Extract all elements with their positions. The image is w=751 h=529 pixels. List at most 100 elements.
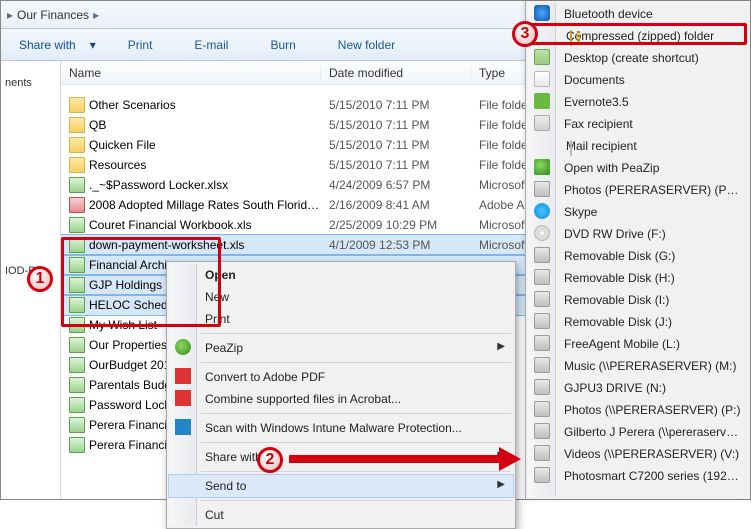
sendto-item[interactable]: Photos (\\PERERASERVER) (P:)	[528, 399, 750, 421]
sendto-item[interactable]: Removable Disk (H:)	[528, 267, 750, 289]
xls-icon	[69, 337, 85, 353]
sendto-item[interactable]: Photosmart C7200 series (192.168.0.2	[528, 465, 750, 487]
email-button[interactable]: E-mail	[184, 34, 238, 56]
dev-icon	[534, 181, 550, 197]
xls-icon	[69, 237, 85, 253]
breadcrumb-folder[interactable]: Our Finances	[17, 8, 89, 22]
ctx-open[interactable]: Open	[169, 264, 513, 286]
dev-icon	[534, 291, 550, 307]
sendto-item[interactable]: Fax recipient	[528, 113, 750, 135]
skype-icon	[534, 203, 550, 219]
new-folder-button[interactable]: New folder	[328, 34, 405, 56]
xls-icon	[69, 437, 85, 453]
ever-icon	[534, 93, 550, 109]
sendto-item[interactable]: Photos (PERERASERVER) (P) - Shortc	[528, 179, 750, 201]
column-name[interactable]: Name	[61, 66, 321, 80]
sendto-item[interactable]: Desktop (create shortcut)	[528, 47, 750, 69]
sendto-item[interactable]: Removable Disk (I:)	[528, 289, 750, 311]
sendto-item[interactable]: Compressed (zipped) folder	[528, 25, 750, 47]
chevron-icon: ▸	[93, 8, 99, 22]
ctx-print[interactable]: Print	[169, 308, 513, 330]
bt-icon	[534, 5, 550, 21]
chevron-icon: ▸	[7, 8, 13, 22]
folder-icon	[69, 117, 85, 133]
file-date: 2/25/2009 10:29 PM	[329, 218, 479, 232]
sendto-item[interactable]: Music (\\PERERASERVER) (M:)	[528, 355, 750, 377]
adobe-icon	[175, 368, 191, 384]
ctx-convert-pdf[interactable]: Convert to Adobe PDF	[169, 366, 513, 388]
dev-icon	[534, 423, 550, 439]
navigation-pane[interactable]: nents IOD-P	[1, 61, 61, 499]
file-name: Quicken File	[89, 138, 329, 152]
file-date: 5/15/2010 7:11 PM	[329, 98, 479, 112]
sendto-item[interactable]: FreeAgent Mobile (L:)	[528, 333, 750, 355]
xls-icon	[69, 397, 85, 413]
ctx-share-with[interactable]: Share with▶	[169, 446, 513, 468]
dev-icon	[534, 401, 550, 417]
sendto-item[interactable]: Bluetooth device	[528, 3, 750, 25]
sendto-item[interactable]: Mail recipient	[528, 135, 750, 157]
pea-icon	[534, 159, 550, 175]
xls-icon	[69, 317, 85, 333]
pdf-icon	[69, 197, 85, 213]
file-date: 4/1/2009 12:53 PM	[329, 238, 479, 252]
peazip-icon	[175, 339, 191, 355]
nav-item[interactable]: IOD-P	[1, 257, 60, 285]
xls-icon	[69, 177, 85, 193]
sendto-item[interactable]: Skype	[528, 201, 750, 223]
dev-icon	[534, 445, 550, 461]
file-name: Resources	[89, 158, 329, 172]
sendto-item[interactable]: Open with PeaZip	[528, 157, 750, 179]
xls-icon	[69, 277, 85, 293]
file-name: ._~$Password Locker.xlsx	[89, 178, 329, 192]
file-name: 2008 Adopted Millage Rates South Florid…	[89, 198, 329, 212]
folder-icon	[69, 137, 85, 153]
sendto-item[interactable]: Evernote3.5	[528, 91, 750, 113]
adobe-icon	[175, 390, 191, 406]
file-date: 5/15/2010 7:11 PM	[329, 158, 479, 172]
xls-icon	[69, 377, 85, 393]
sendto-item[interactable]: Gilberto J Perera (\\pereraserver\Us	[528, 421, 750, 443]
xls-icon	[69, 297, 85, 313]
sendto-item[interactable]: GJPU3 DRIVE (N:)	[528, 377, 750, 399]
sendto-item[interactable]: Removable Disk (J:)	[528, 311, 750, 333]
ctx-peazip[interactable]: PeaZip▶	[169, 337, 513, 359]
fax-icon	[534, 115, 550, 131]
dev-icon	[534, 269, 550, 285]
desktop-icon	[534, 49, 550, 65]
file-name: Other Scenarios	[89, 98, 329, 112]
dev-icon	[534, 467, 550, 483]
dev-icon	[534, 335, 550, 351]
send-to-submenu: Bluetooth deviceCompressed (zipped) fold…	[525, 1, 750, 499]
doc-icon	[534, 71, 550, 87]
dvd-icon	[534, 225, 550, 241]
breadcrumb[interactable]: ▸ Our Finances ▸	[7, 8, 99, 22]
nav-item[interactable]: nents	[1, 69, 60, 97]
file-date: 4/24/2009 6:57 PM	[329, 178, 479, 192]
shield-icon	[175, 419, 191, 435]
share-with-button[interactable]: Share with	[9, 34, 86, 56]
column-date[interactable]: Date modified	[321, 66, 471, 80]
dev-icon	[534, 379, 550, 395]
file-date: 2/16/2009 8:41 AM	[329, 198, 479, 212]
xls-icon	[69, 357, 85, 373]
sendto-item[interactable]: DVD RW Drive (F:)	[528, 223, 750, 245]
file-name: QB	[89, 118, 329, 132]
ctx-new[interactable]: New	[169, 286, 513, 308]
dev-icon	[534, 313, 550, 329]
file-name: Couret Financial Workbook.xls	[89, 218, 329, 232]
mail-icon	[570, 140, 572, 156]
ctx-cut[interactable]: Cut	[169, 504, 513, 526]
sendto-item[interactable]: Videos (\\PERERASERVER) (V:)	[528, 443, 750, 465]
sendto-item[interactable]: Removable Disk (G:)	[528, 245, 750, 267]
ctx-intune-scan[interactable]: Scan with Windows Intune Malware Protect…	[169, 417, 513, 439]
ctx-send-to[interactable]: Send to▶	[169, 475, 513, 497]
xls-icon	[69, 417, 85, 433]
burn-button[interactable]: Burn	[260, 34, 305, 56]
file-date: 5/15/2010 7:11 PM	[329, 118, 479, 132]
print-button[interactable]: Print	[118, 34, 163, 56]
xls-icon	[69, 257, 85, 273]
sendto-item[interactable]: Documents	[528, 69, 750, 91]
dev-icon	[534, 357, 550, 373]
ctx-combine-acrobat[interactable]: Combine supported files in Acrobat...	[169, 388, 513, 410]
